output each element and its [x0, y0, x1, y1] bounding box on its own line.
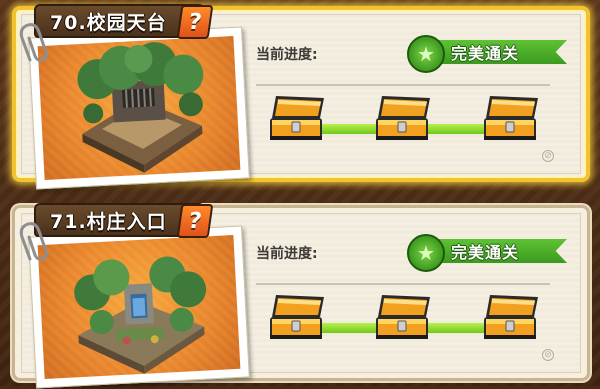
rooftop-scene-icon [77, 42, 204, 173]
help-button[interactable]: ? [176, 5, 214, 39]
perfect-clear-badge: 完美通关 ★ [407, 35, 567, 73]
progress-label: 当前进度: [256, 47, 318, 63]
level-card-70[interactable]: 70.校园天台 ? 当前进度: 完美通关 ★ ⊘ [12, 4, 590, 190]
no-symbol-icon: ⊘ [542, 349, 554, 361]
treasure-chest-icon[interactable] [372, 92, 432, 144]
level-card-71[interactable]: 71.村庄入口 ? 当前进度: 完美通关 ★ ⊘ [12, 203, 590, 389]
perfect-clear-badge: 完美通关 ★ [407, 234, 567, 272]
paper-clip-icon [19, 23, 48, 62]
paper-clip-icon [19, 222, 48, 261]
level-thumbnail[interactable] [28, 225, 250, 389]
no-symbol-icon: ⊘ [542, 150, 554, 162]
level-title: 71.村庄入口 [50, 210, 167, 233]
level-scene-image [37, 35, 241, 181]
help-button[interactable]: ? [176, 204, 214, 238]
treasure-chest-icon[interactable] [480, 92, 540, 144]
star-icon: ★ [407, 35, 445, 73]
star-icon: ★ [407, 234, 445, 272]
perfect-clear-text: 完美通关 [451, 44, 520, 63]
level-title: 70.校园天台 [50, 11, 167, 34]
divider [256, 283, 550, 285]
level-title-tab: 70.校园天台 ? [34, 4, 214, 39]
progress-label: 当前进度: [256, 246, 318, 262]
village-scene-icon [74, 256, 207, 374]
perfect-clear-text: 完美通关 [451, 243, 520, 262]
level-title-tab: 71.村庄入口 ? [34, 203, 214, 238]
level-scene-image [37, 234, 241, 380]
treasure-chest-icon[interactable] [372, 291, 432, 343]
treasure-chest-icon[interactable] [266, 92, 326, 144]
perfect-clear-ribbon: 完美通关 [425, 239, 567, 263]
treasure-chest-icon[interactable] [266, 291, 326, 343]
perfect-clear-ribbon: 完美通关 [425, 40, 567, 64]
divider [256, 84, 550, 86]
treasure-chest-icon[interactable] [480, 291, 540, 343]
level-thumbnail[interactable] [28, 26, 250, 190]
